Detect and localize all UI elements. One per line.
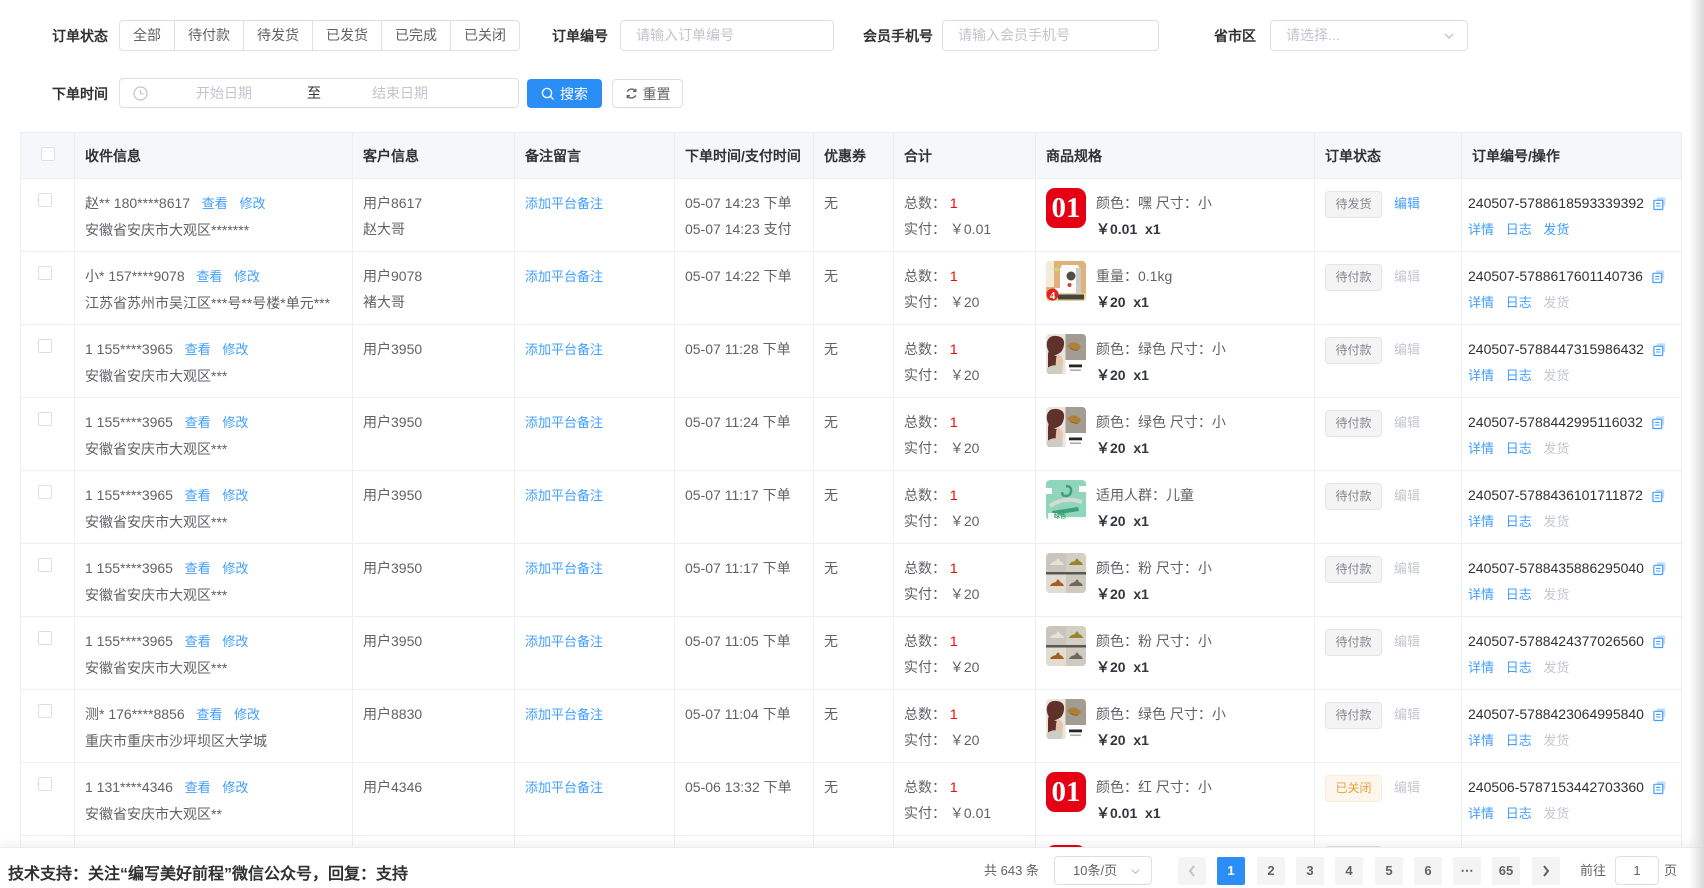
svg-text:4: 4: [1050, 290, 1056, 301]
svg-text:绿色: 绿色: [1054, 512, 1066, 520]
